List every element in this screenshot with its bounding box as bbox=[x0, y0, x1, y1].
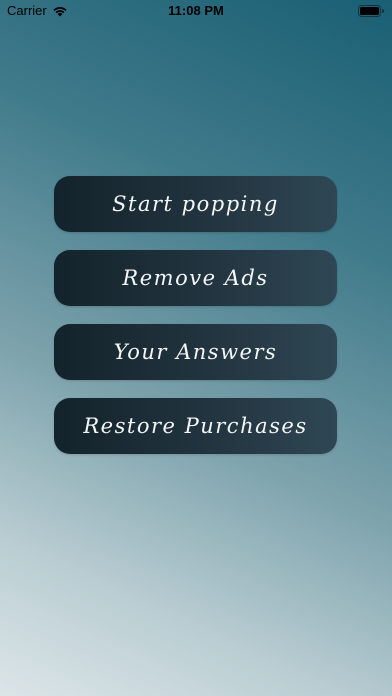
restore-purchases-label: Restore Purchases bbox=[83, 414, 308, 438]
battery-icon bbox=[358, 5, 384, 17]
start-popping-label: Start popping bbox=[112, 192, 279, 216]
status-time: 11:08 PM bbox=[168, 3, 224, 18]
your-answers-label: Your Answers bbox=[113, 340, 278, 364]
status-bar: Carrier 11:08 PM bbox=[0, 0, 392, 22]
restore-purchases-button[interactable]: Restore Purchases bbox=[54, 398, 337, 454]
remove-ads-button[interactable]: Remove Ads bbox=[54, 250, 337, 306]
remove-ads-label: Remove Ads bbox=[122, 266, 269, 290]
main-menu: Start popping Remove Ads Your Answers Re… bbox=[54, 176, 337, 472]
start-popping-button[interactable]: Start popping bbox=[54, 176, 337, 232]
your-answers-button[interactable]: Your Answers bbox=[54, 324, 337, 380]
